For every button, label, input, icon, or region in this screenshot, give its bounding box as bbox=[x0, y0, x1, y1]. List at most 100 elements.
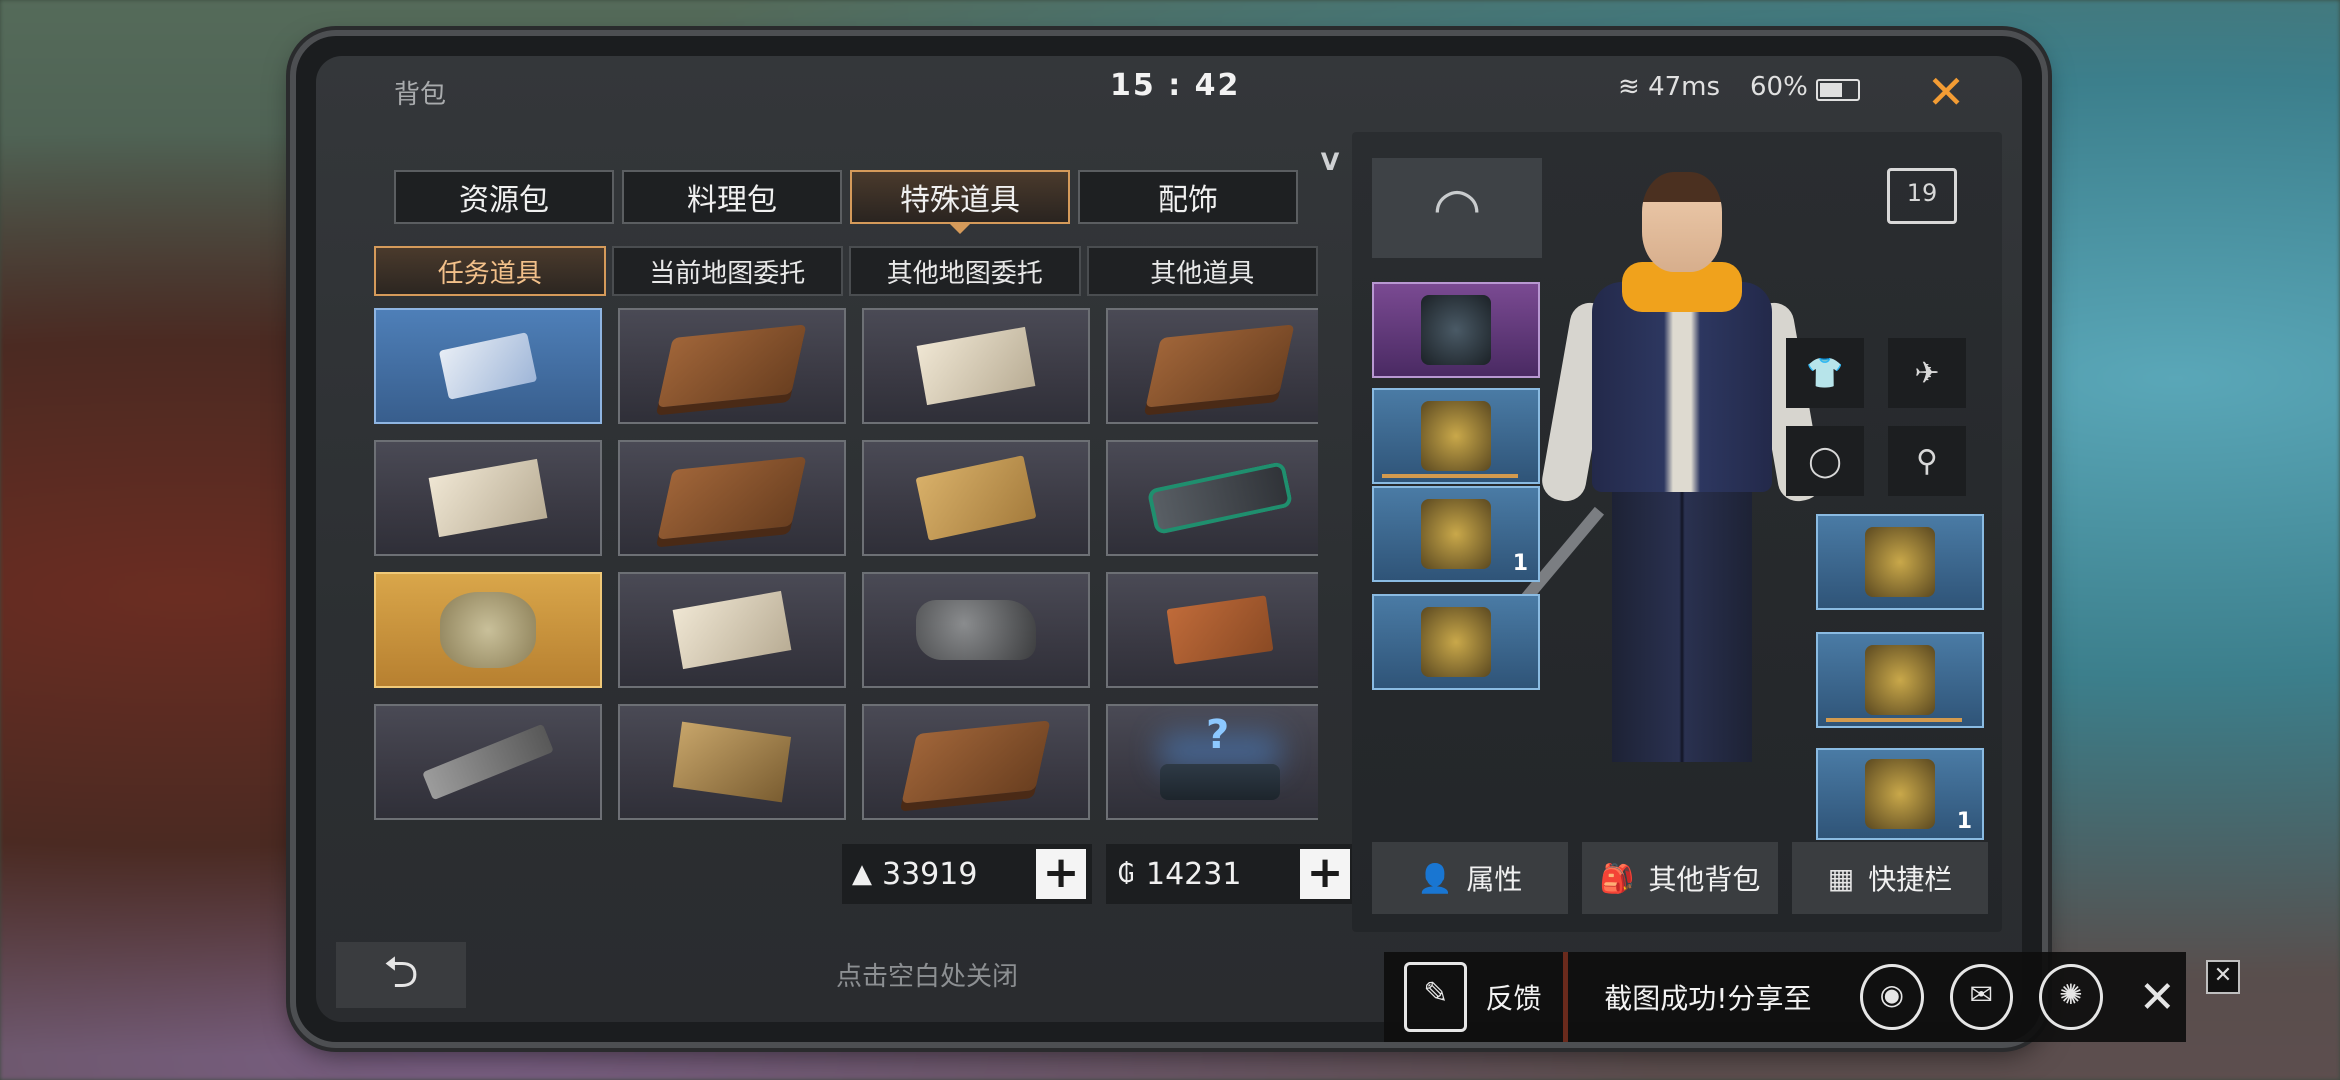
ring-slot[interactable]: ◯ bbox=[1786, 426, 1864, 496]
amulet-icon bbox=[1421, 607, 1491, 677]
share-message: 截图成功!分享至 bbox=[1604, 982, 1812, 1015]
attributes-label: 属性 bbox=[1466, 863, 1523, 896]
subtab-other-map-commissions[interactable]: 其他地图委托 bbox=[849, 246, 1081, 296]
dismiss-icon[interactable]: ✕ bbox=[2206, 960, 2240, 994]
hat-slot[interactable]: ◠ bbox=[1372, 158, 1542, 258]
person-icon: 👤 bbox=[1417, 861, 1453, 895]
outfit-slot[interactable]: 👕 bbox=[1786, 338, 1864, 408]
question-mark-icon: ? bbox=[1206, 712, 1230, 758]
tab-special-items[interactable]: 特殊道具 bbox=[850, 170, 1070, 234]
weibo-icon[interactable]: ◉ bbox=[1860, 964, 1924, 1030]
gold-bar-icon: ▲ bbox=[852, 859, 872, 889]
item-slot[interactable] bbox=[374, 572, 602, 688]
tab-food-pack[interactable]: 料理包 bbox=[622, 170, 842, 224]
item-slot[interactable] bbox=[862, 704, 1090, 820]
subtab-other-items[interactable]: 其他道具 bbox=[1086, 246, 1318, 296]
clipboard-icon[interactable]: ✎ bbox=[1404, 962, 1468, 1032]
backpack-slot[interactable] bbox=[1372, 282, 1540, 378]
item-grid: ? bbox=[374, 308, 1318, 822]
shirt-icon: 👕 bbox=[1806, 355, 1844, 391]
drone-slot[interactable]: ✈ bbox=[1888, 338, 1966, 408]
cap-icon: ◠ bbox=[1432, 175, 1482, 241]
action-buttons: 👤 属性 🎒 其他背包 ▦ 快捷栏 bbox=[1372, 842, 1988, 914]
item-slot[interactable] bbox=[1106, 308, 1318, 424]
item-slot[interactable] bbox=[374, 704, 602, 820]
gold-currency: ▲ 33919 + bbox=[842, 844, 1092, 904]
close-button[interactable]: ✕ bbox=[1916, 62, 1976, 122]
turret-slot[interactable]: ⚲ bbox=[1888, 426, 1966, 496]
pistol-icon bbox=[422, 723, 554, 801]
leather-book-icon bbox=[1145, 324, 1295, 408]
item-slot[interactable] bbox=[618, 308, 846, 424]
bag-icon: 🎒 bbox=[1599, 861, 1635, 895]
weapon-slot[interactable]: 1 bbox=[1372, 486, 1540, 582]
item-slot[interactable] bbox=[374, 440, 602, 556]
photos-icon bbox=[672, 721, 792, 803]
wechat-icon[interactable]: ✉ bbox=[1949, 964, 2014, 1030]
paper-note-icon bbox=[672, 590, 792, 670]
screenshot-share-bar: ✎ 反馈 截图成功!分享至 ◉ ✉ ✺ ✕ bbox=[1384, 952, 2186, 1042]
tab-accessories[interactable]: 配饰 bbox=[1078, 170, 1298, 224]
quickbar-button[interactable]: ▦ 快捷栏 bbox=[1792, 842, 1988, 914]
item-slot[interactable] bbox=[1106, 572, 1318, 688]
other-backpack-button[interactable]: 🎒 其他背包 bbox=[1582, 842, 1778, 914]
band-icon: ◯ bbox=[1808, 443, 1842, 479]
aperture-icon[interactable]: ✺ bbox=[2039, 964, 2103, 1030]
mystery-box-icon bbox=[1160, 764, 1280, 800]
close-hint[interactable]: 点击空白处关闭 bbox=[836, 956, 1018, 993]
add-coin-button[interactable]: + bbox=[1300, 849, 1350, 899]
item-slot[interactable] bbox=[862, 308, 1090, 424]
other-backpack-label: 其他背包 bbox=[1648, 863, 1761, 896]
leg-armor-icon bbox=[1865, 645, 1935, 715]
item-slot[interactable] bbox=[862, 440, 1090, 556]
leather-book-icon bbox=[901, 720, 1051, 804]
attributes-button[interactable]: 👤 属性 bbox=[1372, 842, 1568, 914]
close-share-button[interactable]: ✕ bbox=[2129, 972, 2186, 1023]
item-slot[interactable]: ? bbox=[1106, 704, 1318, 820]
divider bbox=[1562, 952, 1569, 1042]
drone-icon: ✈ bbox=[1914, 355, 1940, 391]
feedback-button[interactable]: 反馈 bbox=[1485, 977, 1552, 1017]
battery-icon bbox=[1816, 79, 1860, 101]
sealed-envelope-icon bbox=[1166, 595, 1274, 665]
battery-percent: 60% bbox=[1750, 72, 1808, 102]
item-slot[interactable] bbox=[862, 572, 1090, 688]
envelope-icon bbox=[915, 455, 1037, 541]
leather-book-icon bbox=[657, 456, 807, 540]
crumpled-map-icon bbox=[440, 592, 536, 668]
rank-badge[interactable]: 19 bbox=[1882, 168, 1962, 234]
item-slot[interactable] bbox=[618, 572, 846, 688]
device-icon bbox=[1146, 460, 1294, 536]
accessory-level: 1 bbox=[1956, 809, 1972, 834]
item-slot[interactable] bbox=[374, 308, 602, 424]
add-gold-button[interactable]: + bbox=[1036, 849, 1086, 899]
latency-value: 47ms bbox=[1648, 72, 1721, 102]
item-slot[interactable] bbox=[618, 704, 846, 820]
leather-book-icon bbox=[657, 324, 807, 408]
coin-amount: 14231 bbox=[1146, 856, 1242, 892]
durability-bar bbox=[1826, 718, 1962, 722]
armor-slot[interactable] bbox=[1372, 388, 1540, 484]
backpack-screen: 背包 15 : 42 ≋ 47ms 60% ✕ 资源包 料理包 特殊道具 配饰 … bbox=[316, 56, 2022, 1022]
chainsaw-sword-icon bbox=[1421, 499, 1491, 569]
latency: ≋ 47ms bbox=[1618, 72, 1720, 102]
inventory-panel: 资源包 料理包 特殊道具 配饰 V 任务道具 当前地图委托 其他地图委托 其他道… bbox=[336, 132, 1356, 952]
character-panel: ◠ 19 1 👕 ✈ ◯ ⚲ 1 👤 属性 🎒 其他背包 ▦ 快捷栏 bbox=[1352, 132, 2002, 932]
back-button[interactable]: ⮌ bbox=[336, 942, 466, 1008]
tab-resource-pack[interactable]: 资源包 bbox=[394, 170, 614, 224]
item-slot[interactable] bbox=[1106, 440, 1318, 556]
clock: 15 : 42 bbox=[1110, 68, 1241, 103]
durability-bar bbox=[1382, 474, 1518, 478]
subcategory-tabs: 任务道具 当前地图委托 其他地图委托 其他道具 bbox=[374, 246, 1318, 296]
character-head bbox=[1642, 172, 1722, 272]
subtab-quest-items[interactable]: 任务道具 bbox=[374, 246, 606, 296]
rock-icon bbox=[916, 600, 1036, 660]
accessory-slot[interactable]: 1 bbox=[1816, 748, 1984, 840]
subtab-current-map-commissions[interactable]: 当前地图委托 bbox=[611, 246, 843, 296]
bracelet-slot[interactable] bbox=[1816, 514, 1984, 610]
leg-armor-slot[interactable] bbox=[1816, 632, 1984, 728]
amulet-slot[interactable] bbox=[1372, 594, 1540, 690]
item-slot[interactable] bbox=[618, 440, 846, 556]
vip-badge[interactable]: V bbox=[1316, 148, 1344, 188]
wanted-poster-icon bbox=[916, 326, 1036, 406]
